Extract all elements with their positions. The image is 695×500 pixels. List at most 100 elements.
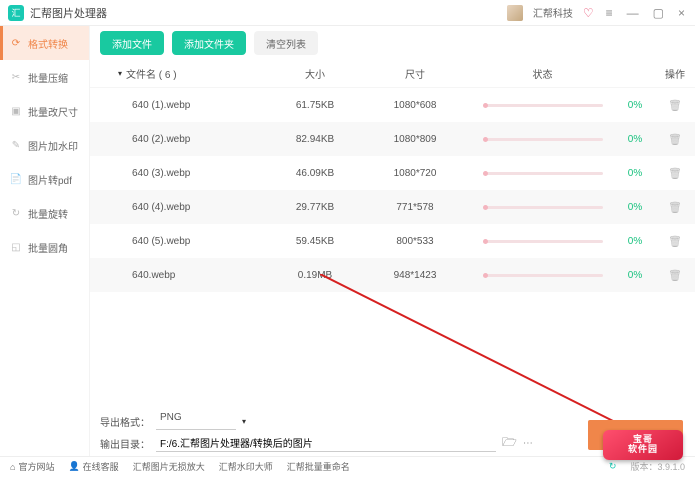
toolbar: 添加文件 添加文件夹 清空列表	[90, 26, 695, 60]
table-row[interactable]: 640.webp 0.19MB 948*1423 0% 🗑	[90, 258, 695, 292]
support-icon: 👤	[68, 461, 79, 472]
add-file-button[interactable]: 添加文件	[100, 31, 164, 55]
sidebar-item-label: 格式转换	[28, 36, 68, 51]
corner-icon: ◱	[10, 241, 22, 253]
sidebar-item-to-pdf[interactable]: 📄 图片转pdf	[0, 162, 89, 196]
progress-pct: 0%	[615, 134, 655, 145]
file-dim: 800*533	[360, 236, 470, 247]
close-icon[interactable]: ×	[676, 6, 687, 20]
brand-name: 汇帮科技	[533, 5, 573, 20]
format-select[interactable]: PNG	[156, 412, 236, 430]
sidebar: ⟳格式转换 ✂批量压缩 ▣批量改尺寸 ✎图片加水印 📄图片转pdf ↻批量旋转 …	[0, 26, 90, 456]
file-name: 640 (4).webp	[90, 202, 270, 213]
pdf-icon: 📄	[10, 173, 22, 185]
sidebar-item-batch-compress[interactable]: ✂批量压缩	[0, 60, 89, 94]
col-name-label: 文件名 ( 6 )	[126, 66, 177, 81]
sidebar-item-label: 批量压缩	[28, 70, 68, 85]
sidebar-item-label: 图片转pdf	[28, 172, 72, 187]
col-status-label: 状态	[470, 66, 615, 81]
watermark-badge: 宝哥软件园	[603, 430, 683, 460]
convert-icon: ⟳	[10, 37, 22, 49]
official-site-link[interactable]: ⌂官方网站	[10, 460, 54, 473]
folder-icon[interactable]: 🗁	[502, 433, 517, 454]
avatar[interactable]	[507, 5, 523, 21]
file-name: 640 (1).webp	[90, 100, 270, 111]
progress-pct: 0%	[615, 168, 655, 179]
delete-icon[interactable]: 🗑	[668, 270, 682, 282]
rotate-icon: ↻	[10, 207, 22, 219]
chevron-down-icon[interactable]: ▾	[242, 417, 246, 426]
clear-list-button[interactable]: 清空列表	[254, 31, 318, 55]
table-row[interactable]: 640 (1).webp 61.75KB 1080*608 0% 🗑	[90, 88, 695, 122]
sidebar-item-label: 图片加水印	[28, 138, 78, 153]
heart-icon[interactable]: ♡	[583, 6, 594, 20]
path-label: 输出目录：	[100, 436, 150, 451]
progress-bar	[483, 240, 603, 243]
resize-icon: ▣	[10, 105, 22, 117]
delete-icon[interactable]: 🗑	[668, 100, 682, 112]
sidebar-item-format-convert[interactable]: ⟳ 格式转换	[0, 26, 89, 60]
sidebar-item-round-corner[interactable]: ◱ 批量圆角	[0, 230, 89, 264]
file-size: 82.94KB	[270, 134, 360, 145]
dots-icon[interactable]: ⋯	[523, 438, 533, 449]
delete-icon[interactable]: 🗑	[668, 236, 682, 248]
progress-pct: 0%	[615, 202, 655, 213]
progress-pct: 0%	[615, 236, 655, 247]
file-table: ▾ 文件名 ( 6 ) 大小 尺寸 状态 操作 640 (1).webp 61.7…	[90, 60, 695, 406]
table-row[interactable]: 640 (3).webp 46.09KB 1080*720 0% 🗑	[90, 156, 695, 190]
maximize-icon[interactable]: ▢	[651, 6, 666, 20]
titlebar: 汇 汇帮图片处理器 汇帮科技 ♡ ≡ — ▢ ×	[0, 0, 695, 26]
product-link-3[interactable]: 汇帮批量重命名	[287, 460, 350, 473]
add-folder-button[interactable]: 添加文件夹	[172, 31, 246, 55]
table-row[interactable]: 640 (5).webp 59.45KB 800*533 0% 🗑	[90, 224, 695, 258]
footer: ⌂官方网站 👤在线客服 汇帮图片无损放大 汇帮水印大师 汇帮批量重命名 ↻ 版本…	[0, 456, 695, 476]
online-support-link[interactable]: 👤在线客服	[68, 460, 118, 473]
file-name: 640 (5).webp	[90, 236, 270, 247]
delete-icon[interactable]: 🗑	[668, 134, 682, 146]
progress-bar	[483, 104, 603, 107]
refresh-icon[interactable]: ↻	[609, 461, 617, 472]
sort-icon[interactable]: ▾	[118, 69, 122, 78]
progress-bar	[483, 206, 603, 209]
file-name: 640 (3).webp	[90, 168, 270, 179]
watermark-icon: ✎	[10, 139, 22, 151]
file-dim: 1080*809	[360, 134, 470, 145]
output-path-input[interactable]	[156, 434, 496, 452]
sidebar-item-watermark[interactable]: ✎ 图片加水印	[0, 128, 89, 162]
file-size: 0.19MB	[270, 270, 360, 281]
app-logo-icon: 汇	[8, 5, 24, 21]
progress-pct: 0%	[615, 100, 655, 111]
col-op-label: 操作	[655, 66, 695, 81]
sidebar-item-label: 批量旋转	[28, 206, 68, 221]
file-size: 46.09KB	[270, 168, 360, 179]
file-dim: 1080*608	[360, 100, 470, 111]
delete-icon[interactable]: 🗑	[668, 168, 682, 180]
product-link-1[interactable]: 汇帮图片无损放大	[133, 460, 205, 473]
sidebar-item-label: 批量改尺寸	[28, 104, 78, 119]
table-header: ▾ 文件名 ( 6 ) 大小 尺寸 状态 操作	[90, 60, 695, 88]
minimize-icon[interactable]: —	[625, 6, 641, 20]
table-row[interactable]: 640 (2).webp 82.94KB 1080*809 0% 🗑	[90, 122, 695, 156]
file-dim: 1080*720	[360, 168, 470, 179]
progress-pct: 0%	[615, 270, 655, 281]
delete-icon[interactable]: 🗑	[668, 202, 682, 214]
progress-bar	[483, 138, 603, 141]
file-size: 29.77KB	[270, 202, 360, 213]
file-size: 61.75KB	[270, 100, 360, 111]
file-dim: 771*578	[360, 202, 470, 213]
file-dim: 948*1423	[360, 270, 470, 281]
col-size-label: 大小	[270, 66, 360, 81]
file-size: 59.45KB	[270, 236, 360, 247]
file-name: 640.webp	[90, 270, 270, 281]
progress-bar	[483, 172, 603, 175]
table-row[interactable]: 640 (4).webp 29.77KB 771*578 0% 🗑	[90, 190, 695, 224]
product-link-2[interactable]: 汇帮水印大师	[219, 460, 273, 473]
app-title: 汇帮图片处理器	[30, 5, 507, 21]
sidebar-item-label: 批量圆角	[28, 240, 68, 255]
menu-icon[interactable]: ≡	[604, 6, 615, 20]
sidebar-item-batch-resize[interactable]: ▣ 批量改尺寸	[0, 94, 89, 128]
format-label: 导出格式：	[100, 414, 150, 429]
file-name: 640 (2).webp	[90, 134, 270, 145]
sidebar-item-batch-rotate[interactable]: ↻ 批量旋转	[0, 196, 89, 230]
col-dim-label: 尺寸	[360, 66, 470, 81]
